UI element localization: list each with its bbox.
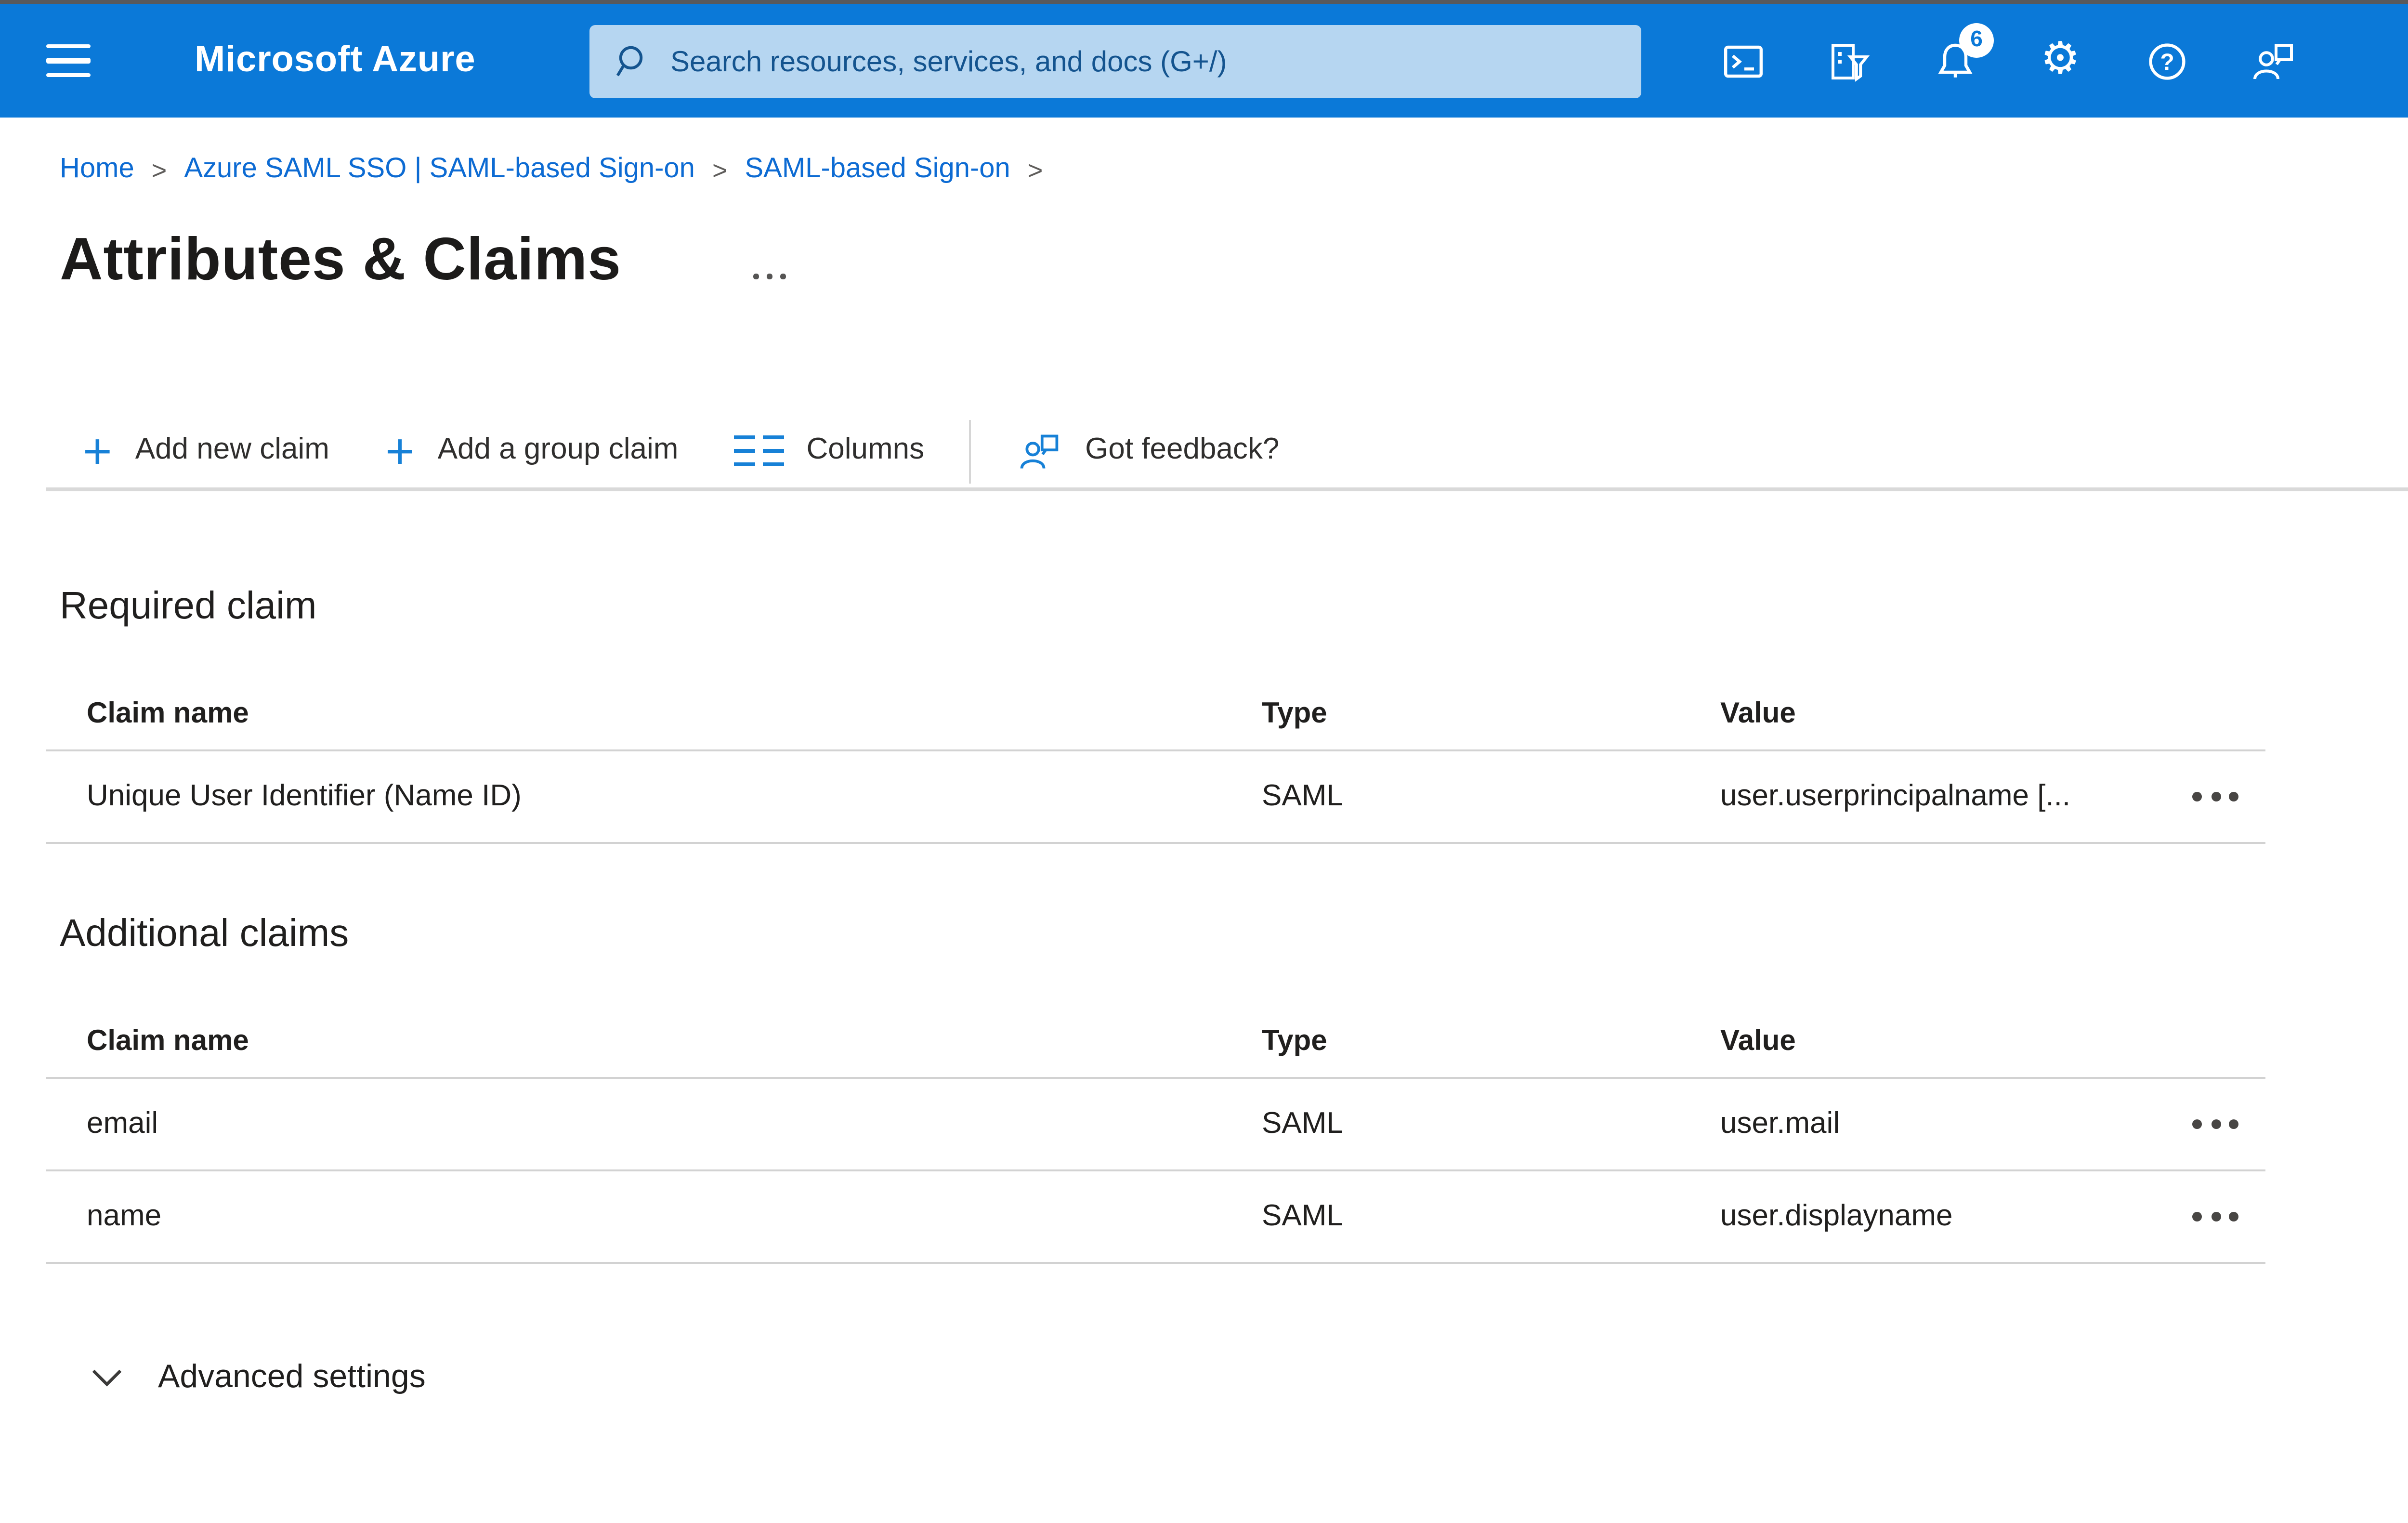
add-group-claim-button[interactable]: + Add a group claim <box>385 422 679 480</box>
additional-claims-table: Claim name Type Value email SAML user.ma… <box>46 1006 2265 1264</box>
cell-value: user.userprincipalname [... <box>1720 779 2071 812</box>
search-input[interactable] <box>667 43 1618 80</box>
cell-value: user.displayname <box>1720 1199 1953 1232</box>
help-button[interactable]: ? <box>2113 4 2219 118</box>
notification-badge: 6 <box>1959 23 1994 58</box>
breadcrumb-link-app[interactable]: Azure SAML SSO | SAML-based Sign-on <box>184 154 695 185</box>
window-top-strip <box>0 0 2408 4</box>
row-menu-button[interactable] <box>2192 1119 2265 1129</box>
top-bar: Microsoft Azure Search resources, servic… <box>0 4 2408 118</box>
cell-type: SAML <box>1262 1107 1343 1140</box>
title-context-menu-button[interactable] <box>749 270 789 282</box>
got-feedback-label: Got feedback? <box>1085 433 1280 466</box>
notifications-button[interactable]: 6 <box>1901 4 2007 118</box>
search-icon <box>616 46 643 77</box>
menu-button[interactable] <box>46 4 96 118</box>
column-header-type: Type <box>1262 1025 1327 1058</box>
cell-claim-name: email <box>87 1107 158 1140</box>
table-row[interactable]: name SAML user.displayname <box>46 1171 2265 1264</box>
cell-claim-name: name <box>87 1199 162 1232</box>
table-header-row: Claim name Type Value <box>46 1006 2265 1079</box>
breadcrumb: Home > Azure SAML SSO | SAML-based Sign-… <box>60 154 1060 185</box>
toolbar-divider <box>968 419 972 483</box>
table-row[interactable]: email SAML user.mail <box>46 1079 2265 1171</box>
feedback-person-icon <box>1021 433 1059 468</box>
cell-value: user.mail <box>1720 1107 1840 1140</box>
cell-type: SAML <box>1262 1199 1343 1232</box>
additional-claims-heading: Additional claims <box>60 913 349 956</box>
add-group-claim-label: Add a group claim <box>437 433 679 466</box>
toolbar-bottom-divider <box>46 487 2408 491</box>
row-menu-button[interactable] <box>2192 1212 2265 1221</box>
cell-type: SAML <box>1262 779 1343 812</box>
required-claim-heading: Required claim <box>60 586 317 628</box>
plus-icon: + <box>385 422 415 480</box>
gear-icon: ⚙ <box>2040 35 2081 85</box>
svg-text:?: ? <box>2159 49 2173 74</box>
chevron-right-icon: > <box>712 155 728 184</box>
hamburger-icon <box>46 43 91 78</box>
chevron-right-icon: > <box>1027 155 1043 184</box>
ellipsis-icon <box>753 274 759 279</box>
plus-icon: + <box>83 422 112 480</box>
columns-icon <box>734 434 784 467</box>
header-icons: 6 ⚙ ? <box>1689 4 2325 118</box>
cloud-shell-icon <box>1723 44 1762 77</box>
help-icon: ? <box>2148 42 2185 79</box>
got-feedback-button[interactable]: Got feedback? <box>1018 429 1279 473</box>
column-header-claim-name: Claim name <box>87 1025 249 1058</box>
chevron-right-icon: > <box>151 155 167 184</box>
table-row[interactable]: Unique User Identifier (Name ID) SAML us… <box>46 751 2265 844</box>
breadcrumb-link-home[interactable]: Home <box>60 154 134 185</box>
breadcrumb-link-sso[interactable]: SAML-based Sign-on <box>745 154 1010 185</box>
column-header-claim-name: Claim name <box>87 697 249 730</box>
settings-button[interactable]: ⚙ <box>2007 4 2113 118</box>
feedback-button[interactable] <box>2219 4 2325 118</box>
brand-link[interactable]: Microsoft Azure <box>195 4 476 118</box>
column-header-value: Value <box>1720 1025 1796 1058</box>
search-box <box>589 25 1641 98</box>
azure-portal: Microsoft Azure Search resources, servic… <box>0 0 2408 1523</box>
ellipsis-icon <box>2192 792 2202 801</box>
chevron-down-icon <box>92 1368 122 1386</box>
ellipsis-icon <box>2192 1212 2202 1221</box>
directory-filter-button[interactable] <box>1795 4 1901 118</box>
required-claims-table: Claim name Type Value Unique User Identi… <box>46 678 2265 844</box>
cloud-shell-button[interactable] <box>1689 4 1795 118</box>
columns-label: Columns <box>806 433 925 466</box>
table-header-row: Claim name Type Value <box>46 678 2265 751</box>
row-menu-button[interactable] <box>2192 792 2265 801</box>
advanced-settings-toggle[interactable]: Advanced settings <box>91 1358 426 1397</box>
column-header-type: Type <box>1262 697 1327 730</box>
add-new-claim-button[interactable]: + Add new claim <box>83 422 329 480</box>
page-title: Attributes & Claims <box>60 225 621 293</box>
columns-button[interactable]: Columns <box>734 433 924 468</box>
filter-icon <box>1831 43 1869 81</box>
command-bar: + Add new claim + Add a group claim Colu… <box>83 412 1335 489</box>
feedback-person-icon <box>2252 43 2292 79</box>
ellipsis-icon <box>2192 1119 2202 1129</box>
advanced-settings-label: Advanced settings <box>158 1358 426 1395</box>
column-header-value: Value <box>1720 697 1796 730</box>
add-new-claim-label: Add new claim <box>135 433 329 466</box>
cell-claim-name: Unique User Identifier (Name ID) <box>87 779 522 812</box>
